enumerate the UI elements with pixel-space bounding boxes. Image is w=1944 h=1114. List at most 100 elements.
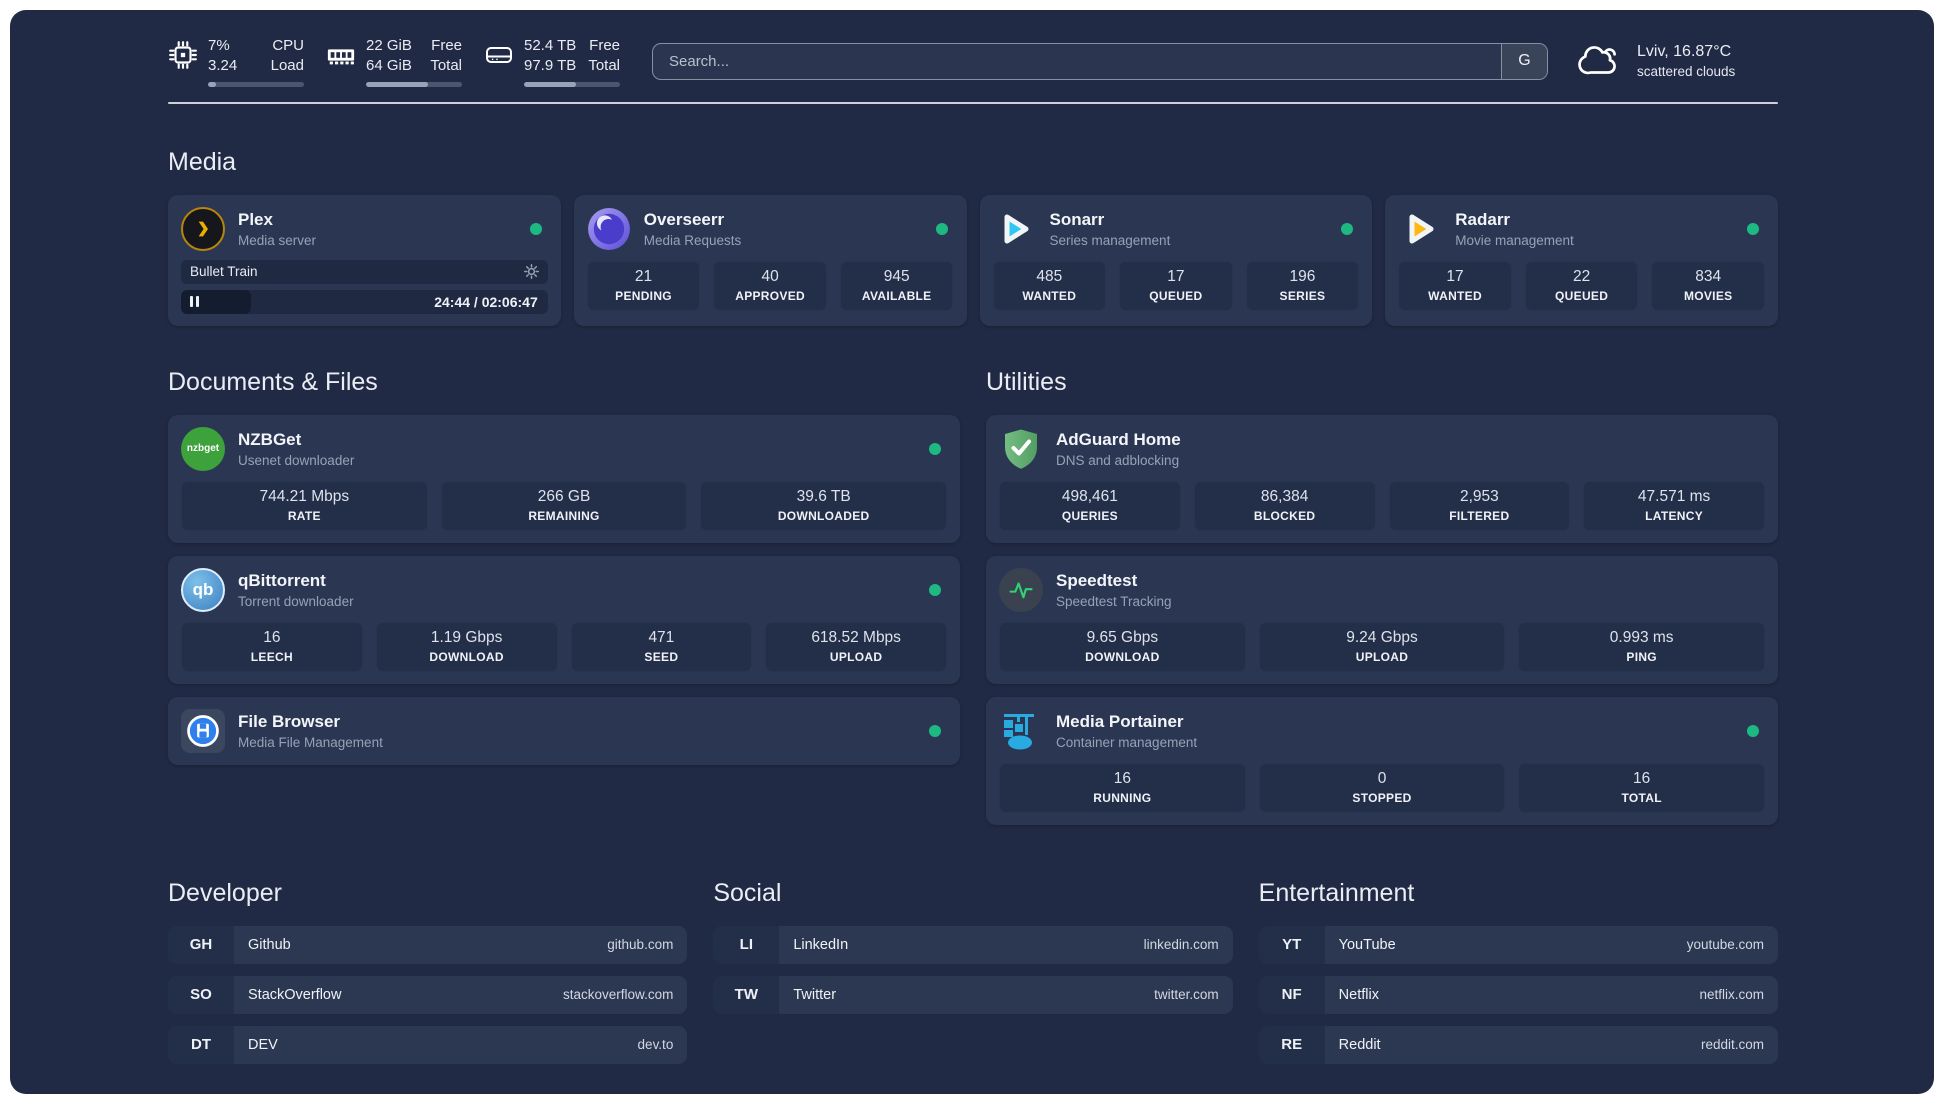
app-description: Series management (1049, 232, 1171, 248)
bookmark-linkedin[interactable]: LI LinkedIn linkedin.com (713, 925, 1233, 964)
bookmark-abbr: LI (713, 925, 780, 964)
qbittorrent-icon: qb (181, 567, 225, 612)
app-card-adguard[interactable]: AdGuard Home DNS and adblocking 498,461 … (986, 414, 1778, 543)
app-description: Media Requests (643, 232, 742, 248)
dashboard-window: 7% 3.24 CPU Load 22 GiB 64 GiB Free Tota… (10, 10, 1934, 1094)
app-description: Movie management (1455, 232, 1574, 248)
cpu-usage-value: 7% (208, 37, 230, 54)
speedtest-icon (999, 567, 1043, 612)
stat-running: 16 RUNNING (999, 762, 1246, 813)
settings-icon[interactable] (523, 264, 539, 280)
bookmark-abbr: YT (1258, 925, 1325, 964)
app-name: File Browser (238, 711, 341, 731)
section-utilities: Utilities AdGuard Home DNS and adblockin… (986, 368, 1778, 825)
app-card-nzbget[interactable]: nzbget NZBGet Usenet downloader 744.21 M… (168, 414, 960, 543)
stat-leech: 16 LEECH (181, 621, 363, 672)
memory-total-value: 64 GiB (366, 56, 412, 74)
bookmark-dev[interactable]: DT DEV dev.to (168, 1025, 688, 1064)
stat-upload: 618.52 Mbps UPLOAD (765, 621, 947, 672)
search-engine-button[interactable]: G (1501, 43, 1547, 79)
bookmark-url: reddit.com (1700, 1037, 1764, 1053)
nzbget-icon: nzbget (181, 426, 225, 471)
app-name: AdGuard Home (1056, 429, 1181, 449)
bookmark-name: Reddit (1338, 1036, 1381, 1053)
sonarr-icon (993, 207, 1037, 251)
bookmark-heading-entertainment: Entertainment (1258, 878, 1415, 907)
bookmark-github[interactable]: GH Github github.com (168, 925, 688, 964)
app-card-filebrowser[interactable]: File Browser Media File Management (168, 696, 960, 765)
disk-total-label: Total (588, 56, 620, 74)
bookmark-reddit[interactable]: RE Reddit reddit.com (1258, 1025, 1778, 1064)
bookmark-youtube[interactable]: YT YouTube youtube.com (1258, 925, 1778, 964)
bookmark-abbr: TW (713, 975, 780, 1014)
app-card-overseerr[interactable]: Overseerr Media Requests 21 PENDING 40 A… (573, 194, 967, 326)
app-card-plex[interactable]: Plex Media server Bullet Train 24:44 / 0… (168, 194, 561, 326)
bookmark-heading-developer: Developer (168, 878, 282, 907)
app-card-qbittorrent[interactable]: qb qBittorrent Torrent downloader 16 LEE… (168, 555, 960, 684)
app-description: DNS and adblocking (1056, 452, 1180, 468)
app-card-radarr[interactable]: Radarr Movie management 17 WANTED 22 QUE… (1385, 194, 1778, 326)
section-media: Media Plex Media server Bullet Train 24:… (168, 148, 1778, 326)
bookmark-group-social: Social LI LinkedIn linkedin.com TW Twitt… (713, 878, 1233, 1076)
plex-icon (181, 206, 225, 251)
app-card-portainer[interactable]: Media Portainer Container management 16 … (986, 696, 1778, 825)
cpu-progress-bar (208, 81, 304, 87)
bookmark-abbr: NF (1258, 975, 1325, 1014)
bookmark-group-entertainment: Entertainment YT YouTube youtube.com NF … (1258, 878, 1778, 1076)
status-online-dot (929, 724, 941, 737)
bookmark-abbr: DT (168, 1025, 234, 1064)
memory-total-label: Total (430, 56, 462, 74)
bookmark-group-developer: Developer GH Github github.com SO StackO… (168, 878, 688, 1076)
stat-wanted: 485 WANTED (992, 260, 1107, 311)
adguard-icon (999, 427, 1043, 471)
status-online-dot (1341, 222, 1354, 235)
section-title-media: Media (168, 147, 237, 176)
header-divider (168, 101, 1778, 104)
app-name: Plex (238, 209, 273, 229)
stat-latency: 47.571 ms LATENCY (1583, 480, 1765, 531)
stat-blocked: 86,384 BLOCKED (1193, 480, 1376, 531)
weather-condition: scattered clouds (1637, 64, 1736, 80)
portainer-icon (999, 709, 1043, 753)
app-card-speedtest[interactable]: Speedtest Speedtest Tracking 9.65 Gbps D… (986, 555, 1778, 684)
stat-movies: 834 MOVIES (1651, 260, 1765, 311)
app-card-sonarr[interactable]: Sonarr Series management 485 WANTED 17 Q… (979, 194, 1373, 326)
bookmark-abbr: RE (1258, 1025, 1325, 1064)
status-online-dot (935, 222, 948, 235)
cpu-label: CPU (272, 37, 304, 54)
memory-widget: 22 GiB 64 GiB Free Total (326, 36, 462, 87)
weather-widget[interactable]: Lviv, 16.87°C scattered clouds (1578, 42, 1778, 80)
stat-approved: 40 APPROVED (713, 260, 827, 311)
disk-total-value: 97.9 TB (524, 56, 577, 74)
pause-icon[interactable] (190, 296, 199, 308)
bookmark-heading-social: Social (713, 878, 782, 907)
bookmark-url: stackoverflow.com (563, 987, 674, 1003)
bookmark-netflix[interactable]: NF Netflix netflix.com (1258, 975, 1778, 1014)
plex-now-playing: Bullet Train 24:44 / 02:06:47 (181, 259, 548, 314)
section-title-utilities: Utilities (986, 367, 1067, 396)
top-bar: 7% 3.24 CPU Load 22 GiB 64 GiB Free Tota… (168, 36, 1778, 87)
section-title-documents: Documents & Files (168, 367, 378, 396)
app-name: Overseerr (643, 209, 725, 229)
bookmark-twitter[interactable]: TW Twitter twitter.com (713, 975, 1233, 1014)
stat-wanted: 17 WANTED (1398, 260, 1512, 311)
stat-series: 196 SERIES (1245, 260, 1360, 311)
app-name: Sonarr (1049, 209, 1105, 229)
disk-icon (484, 40, 514, 70)
app-name: Media Portainer (1056, 711, 1184, 731)
bookmark-name: Github (248, 936, 291, 953)
overseerr-icon (587, 207, 631, 251)
cpu-load-value: 3.24 (208, 56, 238, 74)
app-description: Media File Management (238, 734, 383, 750)
bookmark-stackoverflow[interactable]: SO StackOverflow stackoverflow.com (168, 975, 688, 1014)
bookmark-url: netflix.com (1699, 987, 1764, 1003)
search-input[interactable] (653, 43, 1501, 79)
bookmark-abbr: GH (168, 925, 234, 964)
disk-free-value: 52.4 TB (524, 37, 577, 54)
stat-queued: 17 QUEUED (1119, 260, 1233, 311)
app-name: NZBGet (238, 429, 302, 449)
playback-progress[interactable] (181, 289, 251, 314)
weather-location-temp: Lviv, 16.87°C (1637, 43, 1732, 61)
stat-remaining: 266 GB REMAINING (440, 480, 688, 531)
playback-time: 24:44 / 02:06:47 (434, 293, 538, 310)
